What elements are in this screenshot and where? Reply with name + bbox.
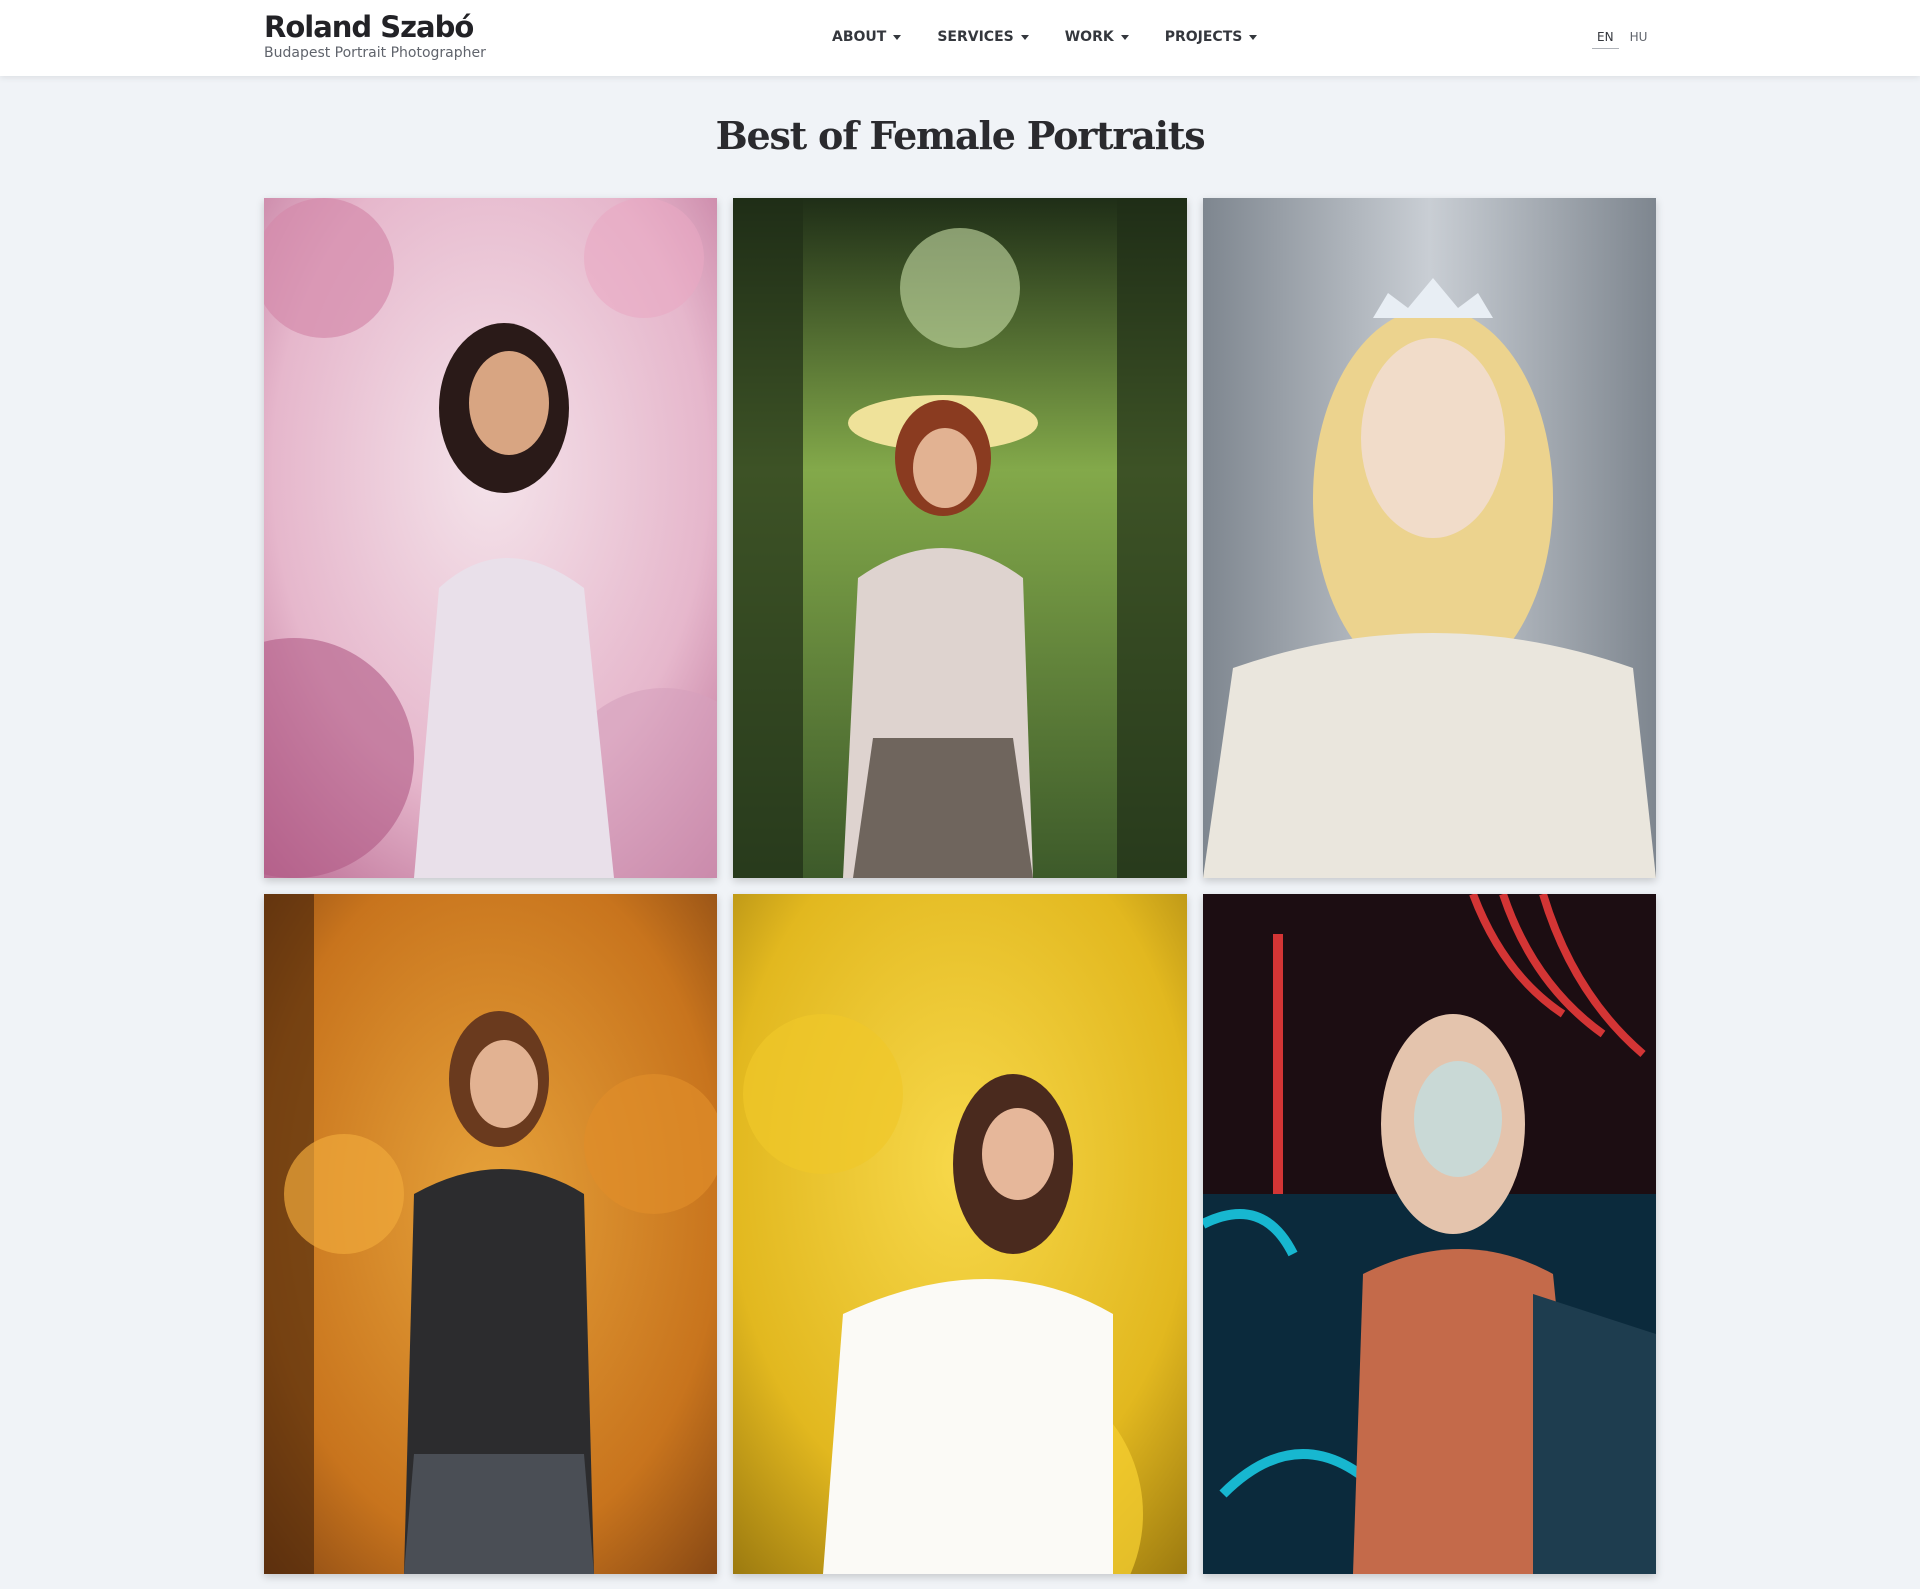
nav-label-work: WORK [1064,29,1114,45]
nav-label-projects: PROJECTS [1164,29,1243,45]
page-title: Best of Female Portraits [715,113,1206,158]
lang-hu[interactable]: HU [1625,28,1653,49]
portrait-image [264,894,717,1574]
gallery-photo-winter[interactable] [1203,198,1656,878]
language-switcher: EN HU [1592,28,1652,49]
nav-item-projects[interactable]: PROJECTS [1165,26,1258,48]
nav-item-about[interactable]: ABOUT [832,26,902,48]
lang-en[interactable]: EN [1592,28,1619,49]
nav-item-work[interactable]: WORK [1065,26,1129,48]
brand-tagline: Budapest Portrait Photographer [264,45,486,61]
portrait-image [1203,198,1656,878]
gallery-photo-forsythia[interactable] [733,894,1187,1574]
nav-label-services: SERVICES [937,29,1014,45]
chevron-down-icon [1120,35,1129,40]
nav-item-services[interactable]: SERVICES [937,26,1029,48]
chevron-down-icon [1249,35,1258,40]
portrait-gallery [264,198,1657,1574]
nav-label-about: ABOUT [832,29,887,45]
portrait-image [733,198,1187,878]
chevron-down-icon [1020,35,1029,40]
chevron-down-icon [893,35,902,40]
portrait-image [264,198,717,878]
gallery-photo-autumn[interactable] [264,894,717,1574]
gallery-photo-magnolia[interactable] [264,198,717,878]
gallery-photo-forest[interactable] [733,198,1187,878]
main-nav: ABOUT SERVICES WORK PROJECTS [832,26,1293,48]
brand[interactable]: Roland Szabó Budapest Portrait Photograp… [264,10,486,62]
site-header: Roland Szabó Budapest Portrait Photograp… [0,0,1920,76]
gallery-photo-neon[interactable] [1203,894,1656,1574]
brand-name[interactable]: Roland Szabó [264,10,486,44]
portrait-image [733,894,1187,1574]
portrait-image [1203,894,1656,1574]
